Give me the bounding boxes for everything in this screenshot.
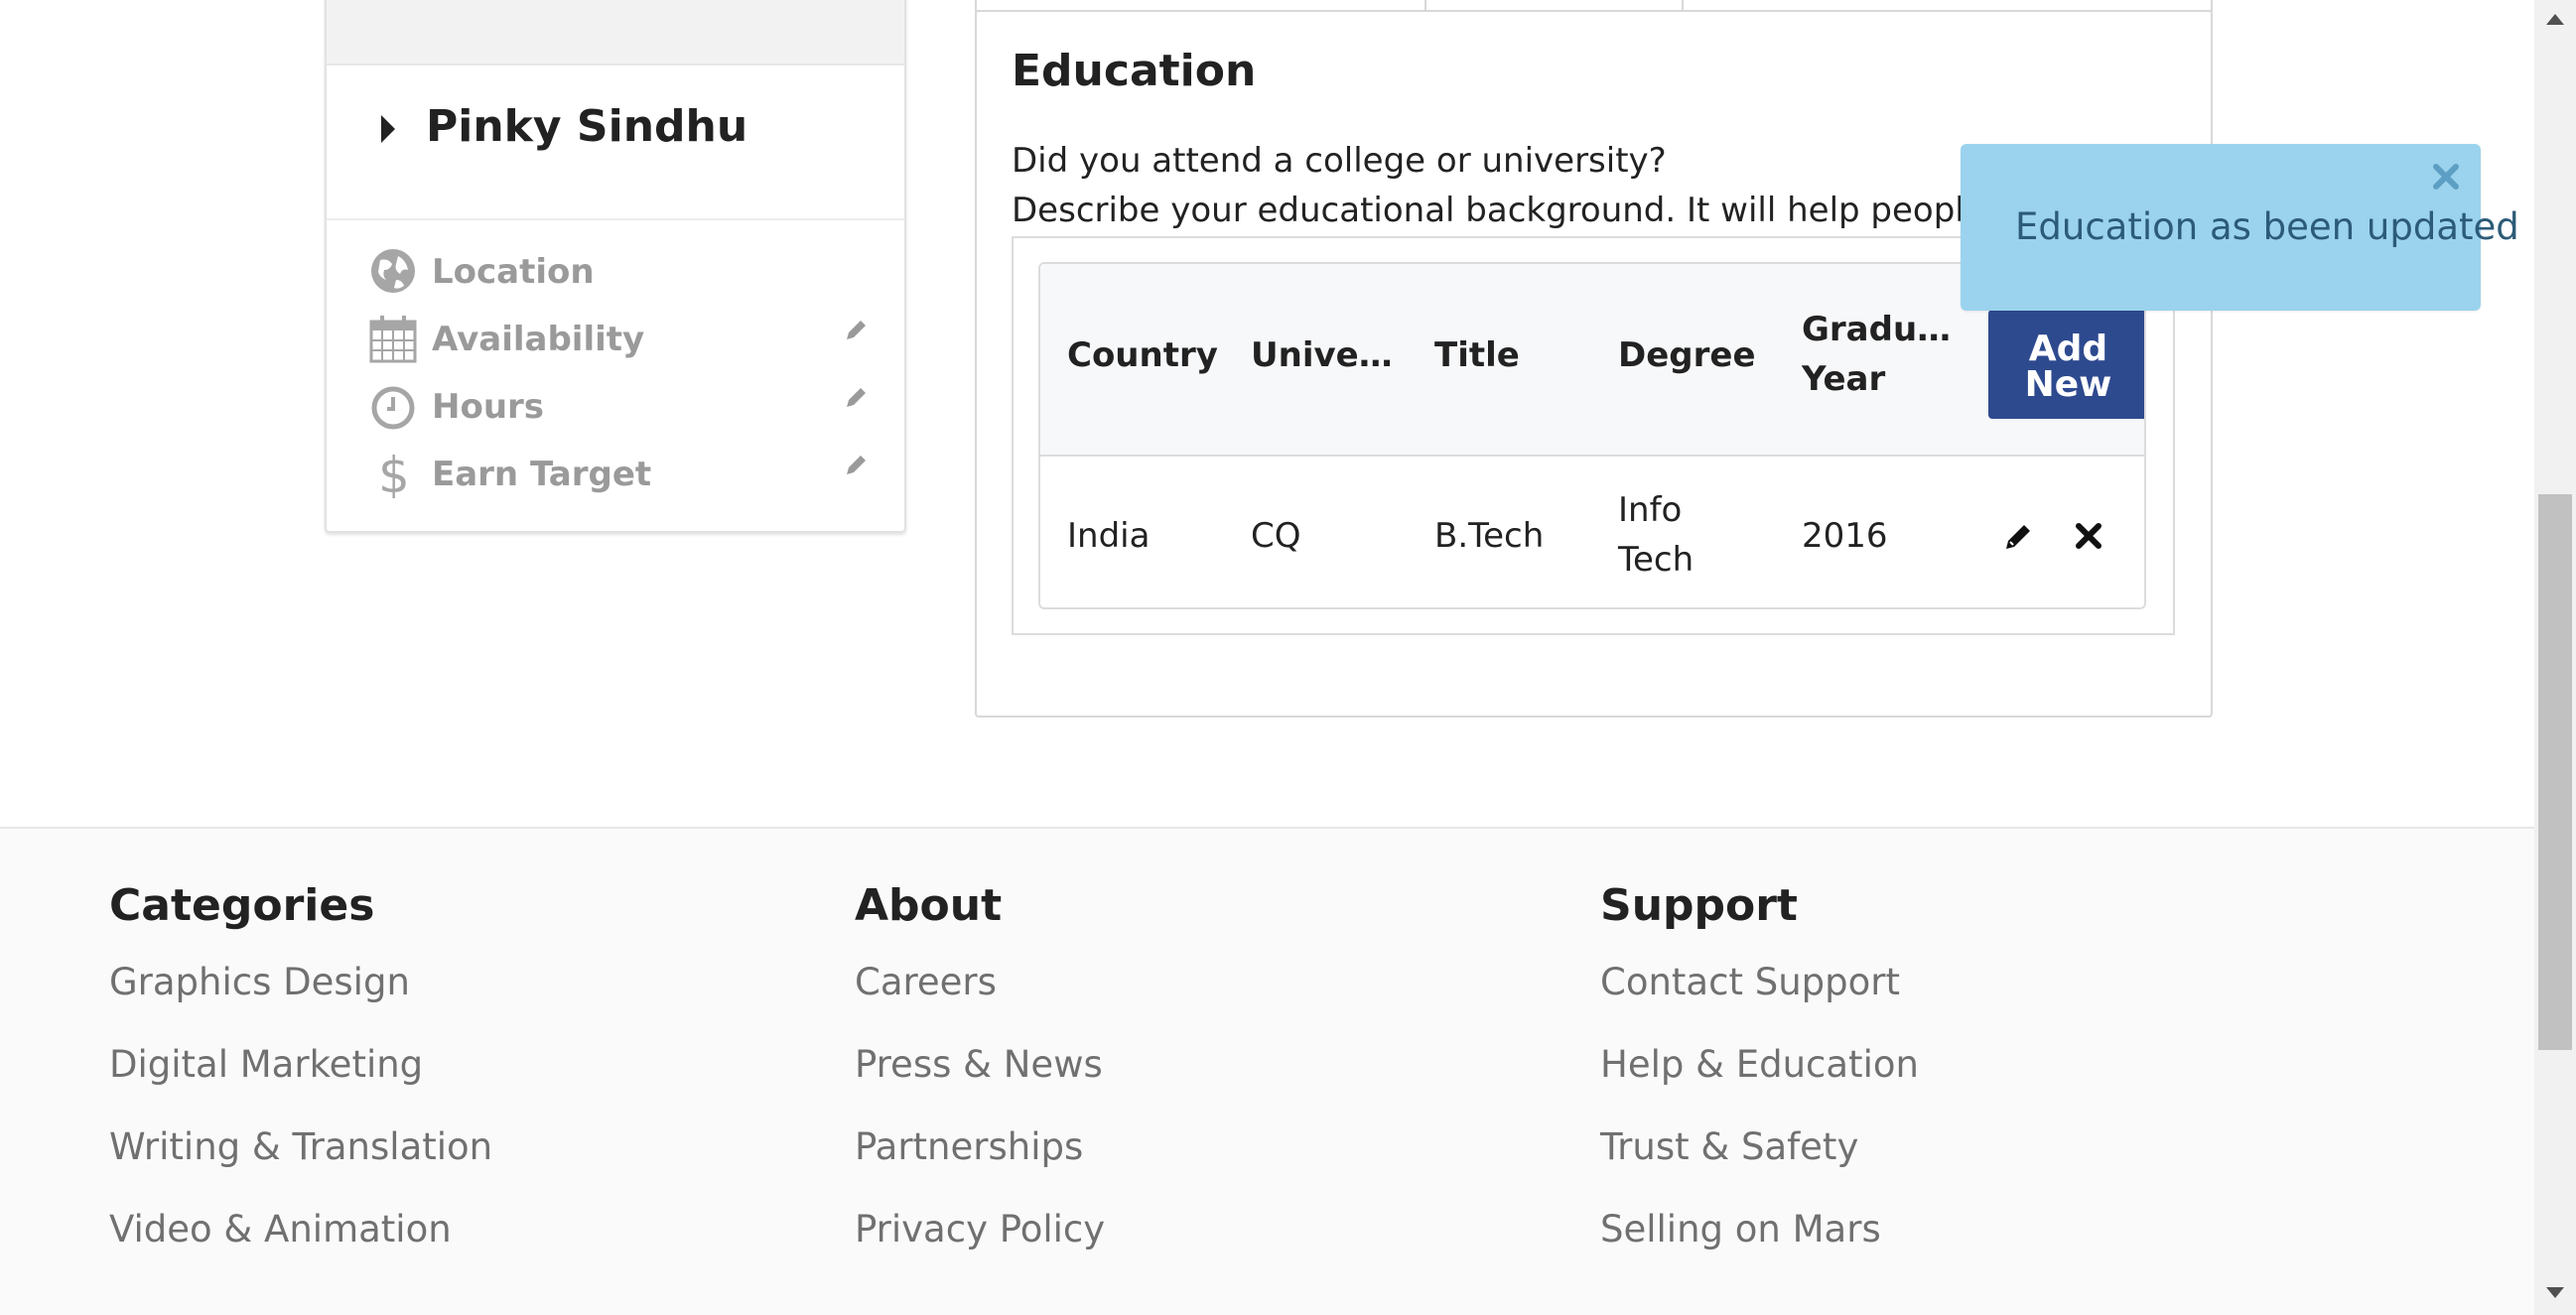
education-title: Education: [1012, 46, 1257, 96]
footer: Categories Graphics Design Digital Marke…: [0, 827, 2534, 1315]
edit-earn-target-pencil-icon[interactable]: [843, 453, 869, 478]
education-description: Describe your educational background. It…: [1012, 191, 1965, 230]
edit-pencil-icon[interactable]: [2003, 520, 2035, 552]
scroll-up-arrow-icon[interactable]: [2546, 14, 2564, 25]
profile-item-hours: Hours: [327, 377, 904, 437]
profile-item-earn-target: $ Earn Target: [327, 445, 904, 504]
availability-label: Availability: [432, 320, 645, 359]
svg-text:$: $: [378, 449, 410, 498]
toast-message: Education as been updated: [2015, 205, 2519, 248]
footer-heading-support: Support: [1600, 880, 1798, 931]
clock-icon: [371, 386, 415, 430]
footer-column-categories: Categories Graphics Design Digital Marke…: [109, 880, 492, 1287]
scroll-down-arrow-icon[interactable]: [2546, 1287, 2564, 1298]
column-header-graduation: Gradu…: [1802, 310, 1952, 349]
calendar-icon: [369, 316, 417, 363]
footer-link[interactable]: Careers: [855, 958, 1105, 1040]
column-header-year: Year: [1802, 359, 1886, 399]
footer-column-about: About Careers Press & News Partnerships …: [855, 880, 1105, 1287]
footer-heading-categories: Categories: [109, 880, 375, 931]
footer-link[interactable]: Graphics Design: [109, 958, 492, 1040]
cell-title: B.Tech: [1434, 516, 1545, 556]
profile-card-header: [327, 0, 904, 66]
edit-hours-pencil-icon[interactable]: [843, 385, 869, 411]
profile-name: Pinky Sindhu: [426, 101, 748, 152]
delete-x-icon[interactable]: [2073, 520, 2104, 552]
caret-right-icon[interactable]: [381, 115, 395, 143]
scrollbar-thumb[interactable]: [2538, 494, 2572, 1050]
cell-country: India: [1067, 516, 1151, 556]
hours-label: Hours: [432, 387, 545, 427]
footer-link[interactable]: Help & Education: [1600, 1040, 1919, 1122]
footer-link[interactable]: Video & Animation: [109, 1205, 492, 1287]
footer-column-support: Support Contact Support Help & Education…: [1600, 880, 1919, 1287]
cell-degree-line1: Info: [1618, 490, 1683, 530]
footer-link[interactable]: Digital Marketing: [109, 1040, 492, 1122]
profile-name-row[interactable]: Pinky Sindhu: [327, 64, 904, 220]
footer-link[interactable]: Partnerships: [855, 1122, 1105, 1205]
footer-link[interactable]: Trust & Safety: [1600, 1122, 1919, 1205]
profile-item-availability: Availability: [327, 310, 904, 369]
cell-university: CQ: [1251, 516, 1301, 556]
close-icon[interactable]: [2431, 162, 2461, 192]
add-new-label-line1: Add: [2028, 329, 2108, 369]
location-label: Location: [432, 252, 595, 292]
footer-link[interactable]: Press & News: [855, 1040, 1105, 1122]
column-header-title: Title: [1434, 335, 1520, 375]
add-new-label-line2: New: [2024, 364, 2112, 405]
footer-link[interactable]: Privacy Policy: [855, 1205, 1105, 1287]
column-header-country: Country: [1067, 335, 1218, 375]
footer-link[interactable]: Selling on Mars: [1600, 1205, 1919, 1287]
edit-availability-pencil-icon[interactable]: [843, 318, 869, 343]
toast-notification: Education as been updated: [1961, 144, 2519, 311]
add-new-button[interactable]: Add New: [1988, 310, 2144, 419]
page: Pinky Sindhu Location Availability Hours…: [0, 0, 2534, 1315]
profile-card: Pinky Sindhu Location Availability Hours…: [325, 0, 906, 533]
footer-link[interactable]: Contact Support: [1600, 958, 1919, 1040]
profile-item-location: Location: [327, 242, 904, 302]
dollar-icon: $: [378, 449, 410, 498]
vertical-scrollbar[interactable]: [2534, 0, 2576, 1315]
footer-heading-about: About: [855, 880, 1003, 931]
education-table: Country Unive… Title Degree Gradu… Year …: [1038, 262, 2146, 609]
column-header-university: Unive…: [1251, 335, 1393, 375]
education-question: Did you attend a college or university?: [1012, 141, 1667, 181]
column-header-degree: Degree: [1618, 335, 1756, 375]
earn-target-label: Earn Target: [432, 455, 652, 494]
cell-degree-line2: Tech: [1618, 540, 1695, 580]
cell-year: 2016: [1802, 516, 1888, 556]
footer-link[interactable]: Writing & Translation: [109, 1122, 492, 1205]
globe-icon: [371, 249, 415, 293]
